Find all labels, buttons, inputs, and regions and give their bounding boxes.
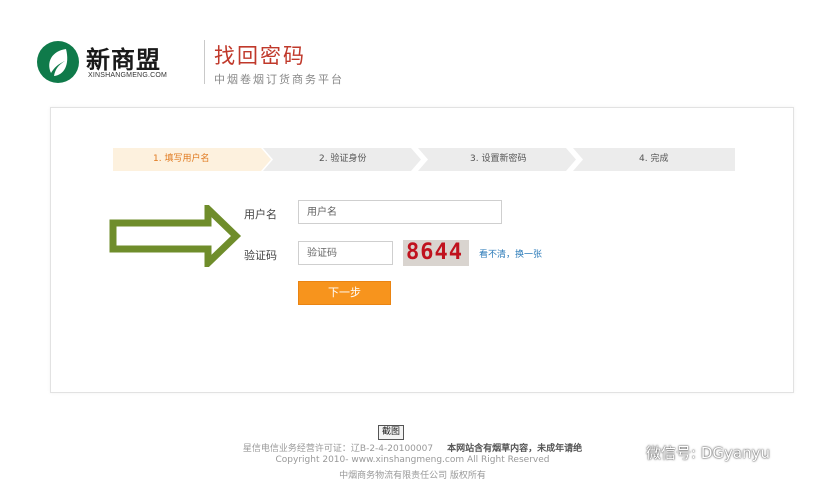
wechat-icon bbox=[616, 442, 638, 461]
page-title: 找回密码 bbox=[214, 44, 306, 68]
logo-text: 新商盟 bbox=[86, 45, 161, 74]
annotation-arrow-icon bbox=[109, 205, 242, 267]
page-subtitle: 中烟卷烟订货商务平台 bbox=[214, 73, 344, 86]
step-4: 4. 完成 bbox=[573, 148, 735, 171]
screenshot-tag: 截图 bbox=[378, 425, 405, 440]
step-2: 2. 验证身份 bbox=[263, 148, 423, 171]
footer-license: 星信电信业务经营许可证：辽B-2-4-20100007 bbox=[242, 444, 434, 454]
step-3: 3. 设置新密码 bbox=[418, 148, 578, 171]
logo-domain: XINSHANGMENG.COM bbox=[88, 72, 168, 79]
watermark-text: 微信号: DGyanyu bbox=[646, 443, 770, 462]
wechat-watermark: 微信号: DGyanyu bbox=[616, 440, 770, 464]
footer-company: 中烟商务物流有限责任公司 版权所有 bbox=[339, 471, 486, 481]
header-divider bbox=[204, 40, 205, 84]
step-1: 1. 填写用户名 bbox=[113, 148, 273, 171]
captcha-label: 验证码 bbox=[244, 249, 277, 262]
step-progress-bar: 1. 填写用户名 2. 验证身份 3. 设置新密码 4. 完成 bbox=[113, 148, 735, 171]
username-input[interactable] bbox=[298, 200, 502, 224]
step-4-label: 4. 完成 bbox=[639, 154, 669, 164]
step-2-label: 2. 验证身份 bbox=[319, 154, 367, 164]
step-3-label: 3. 设置新密码 bbox=[470, 154, 527, 164]
captcha-input[interactable] bbox=[298, 241, 393, 265]
captcha-code: 8644 bbox=[406, 240, 463, 265]
leaf-logo-icon bbox=[37, 41, 79, 83]
footer-tobacco-notice: 本网站含有烟草内容，未成年请绝 bbox=[447, 444, 583, 454]
captcha-image[interactable]: 8644 bbox=[403, 240, 469, 266]
refresh-captcha-link[interactable]: 看不清，换一张 bbox=[479, 247, 542, 260]
logo[interactable]: 新商盟 XINSHANGMENG.COM bbox=[36, 38, 186, 88]
username-label: 用户名 bbox=[244, 208, 277, 221]
step-1-label: 1. 填写用户名 bbox=[153, 154, 210, 164]
next-step-button[interactable]: 下一步 bbox=[298, 281, 391, 305]
